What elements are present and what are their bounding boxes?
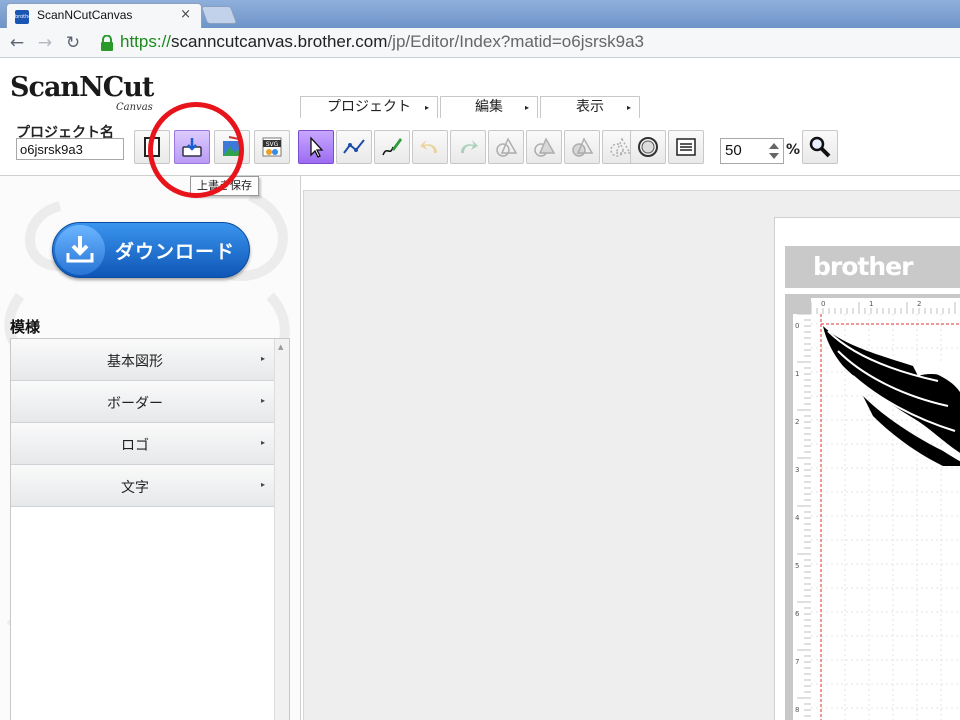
zoom-input[interactable]: 50 xyxy=(720,138,784,164)
wing-pattern-shape[interactable] xyxy=(823,326,960,466)
draw-pen-button[interactable] xyxy=(374,130,410,164)
ruler-left-label: 6 xyxy=(795,610,800,618)
outline-tool-button[interactable] xyxy=(630,130,666,164)
ruler-left-label: 8 xyxy=(795,706,799,714)
shape-tool-1-button[interactable] xyxy=(488,130,524,164)
ruler-left: 0 1 2 3 4 5 6 7 8 xyxy=(793,314,811,720)
shape-union-icon xyxy=(534,137,556,157)
shape-triangle-circle-icon xyxy=(496,137,518,157)
arrow-pointer-icon xyxy=(310,136,324,158)
brother-favicon-icon: brother xyxy=(15,10,33,24)
menu-view[interactable]: 表示 ▸ xyxy=(540,96,640,118)
svg-text:SVG: SVG xyxy=(266,141,279,148)
shape-tool-2-button[interactable] xyxy=(526,130,562,164)
undo-button[interactable] xyxy=(412,130,448,164)
pattern-scrollbar[interactable]: ▲ xyxy=(274,339,289,720)
undo-arrow-icon xyxy=(420,140,437,153)
image-import-icon xyxy=(223,136,241,156)
new-tab-button[interactable] xyxy=(200,6,238,24)
shape-tool-3-button[interactable] xyxy=(564,130,600,164)
save-tooltip: 上書き保存 xyxy=(190,176,259,196)
chevron-right-icon: ▸ xyxy=(260,480,265,489)
pattern-item-basic-shapes[interactable]: 基本図形 ▸ xyxy=(11,339,275,381)
browser-tab[interactable]: brother ScanNCutCanvas × xyxy=(6,3,202,29)
redo-button[interactable] xyxy=(450,130,486,164)
canvas-workspace[interactable]: brother 0 1 2 3 0 1 2 3 4 5 6 7 8 xyxy=(303,190,960,720)
chevron-right-icon: ▸ xyxy=(260,354,265,363)
url-text: https://scanncutcanvas.brother.com/jp/Ed… xyxy=(120,32,644,51)
tab-title: ScanNCutCanvas xyxy=(37,8,133,22)
mat-body: 0 1 2 3 0 1 2 3 4 5 6 7 8 xyxy=(785,294,960,720)
import-svg-button[interactable]: SVG xyxy=(254,130,290,164)
redo-arrow-icon xyxy=(461,140,478,153)
select-tool-button[interactable] xyxy=(298,130,334,164)
spinner-arrows-icon[interactable] xyxy=(767,141,781,161)
menu-project[interactable]: プロジェクト ▸ xyxy=(300,96,438,118)
ruler-left-label: 2 xyxy=(795,418,799,426)
back-arrow-icon[interactable]: ← xyxy=(6,32,28,54)
pattern-item-border[interactable]: ボーダー ▸ xyxy=(11,381,275,423)
browser-tabstrip: brother ScanNCutCanvas × xyxy=(0,0,960,29)
list-lines-icon xyxy=(676,138,696,156)
shape-subtract-icon xyxy=(572,137,594,157)
magnifier-icon xyxy=(809,136,831,158)
download-arrow-icon xyxy=(66,236,94,263)
ruler-top-label: 2 xyxy=(917,300,921,308)
pen-draw-icon xyxy=(382,138,402,156)
zoom-button[interactable] xyxy=(802,130,838,164)
ruler-top-label: 1 xyxy=(869,300,873,308)
concentric-circle-icon xyxy=(638,137,658,157)
tab-close-icon[interactable]: × xyxy=(180,7,191,22)
lock-icon xyxy=(101,35,113,51)
svg-file-icon: SVG xyxy=(262,137,282,157)
ruler-left-label: 4 xyxy=(795,514,800,522)
project-name-input[interactable] xyxy=(16,138,124,160)
chevron-right-icon: ▸ xyxy=(626,103,631,112)
polyline-icon xyxy=(343,139,365,154)
reload-icon[interactable]: ↻ xyxy=(62,32,84,54)
chevron-right-icon: ▸ xyxy=(260,396,265,405)
menu-edit[interactable]: 編集 ▸ xyxy=(440,96,538,118)
ruler-left-label: 0 xyxy=(795,322,799,330)
pattern-item-text[interactable]: 文字 ▸ xyxy=(11,465,275,507)
ruler-top: 0123 xyxy=(811,298,960,314)
forward-arrow-icon[interactable]: → xyxy=(34,32,56,54)
scroll-up-icon[interactable]: ▲ xyxy=(278,343,283,351)
browser-toolbar: ← → ↻ https://scanncutcanvas.brother.com… xyxy=(0,28,960,58)
scanncut-logo: ScanNCut Canvas xyxy=(10,72,154,113)
ruler-left-label: 5 xyxy=(795,562,799,570)
zoom-unit: % xyxy=(786,142,801,158)
import-image-button[interactable] xyxy=(214,130,250,164)
chevron-right-icon: ▸ xyxy=(424,103,429,112)
address-bar[interactable]: https://scanncutcanvas.brother.com/jp/Ed… xyxy=(92,31,956,55)
ruler-left-label: 7 xyxy=(795,658,799,666)
ruler-top-label: 0 xyxy=(821,300,825,308)
new-project-button[interactable] xyxy=(134,130,170,164)
canvas-area: brother 0 1 2 3 0 1 2 3 4 5 6 7 8 xyxy=(300,176,960,720)
pattern-item-logo[interactable]: ロゴ ▸ xyxy=(11,423,275,465)
pattern-list: 基本図形 ▸ ボーダー ▸ ロゴ ▸ 文字 ▸ ▲ xyxy=(10,338,290,720)
cutting-mat: brother 0 1 2 3 0 1 2 3 4 5 6 7 8 xyxy=(774,217,960,720)
shape-intersect-icon xyxy=(610,137,632,157)
ruler-left-label: 3 xyxy=(795,466,799,474)
app-header: ScanNCut Canvas プロジェクト ▸ 編集 ▸ 表示 ▸ プロジェクト名 xyxy=(0,58,960,176)
chevron-right-icon: ▸ xyxy=(260,438,265,447)
save-download-icon xyxy=(182,138,202,157)
chevron-right-icon: ▸ xyxy=(524,103,529,112)
brother-logo: brother xyxy=(813,252,913,281)
new-document-icon xyxy=(144,137,160,157)
mat-header: brother xyxy=(785,246,960,288)
download-button[interactable]: ダウンロード xyxy=(52,222,250,278)
properties-button[interactable] xyxy=(668,130,704,164)
pattern-section-title: 模様 xyxy=(10,318,41,336)
node-edit-button[interactable] xyxy=(336,130,372,164)
overwrite-save-button[interactable] xyxy=(174,130,210,164)
left-panel: ダウンロード 模様 基本図形 ▸ ボーダー ▸ ロゴ ▸ 文字 ▸ ▲ xyxy=(0,176,300,720)
ruler-left-label: 1 xyxy=(795,370,799,378)
